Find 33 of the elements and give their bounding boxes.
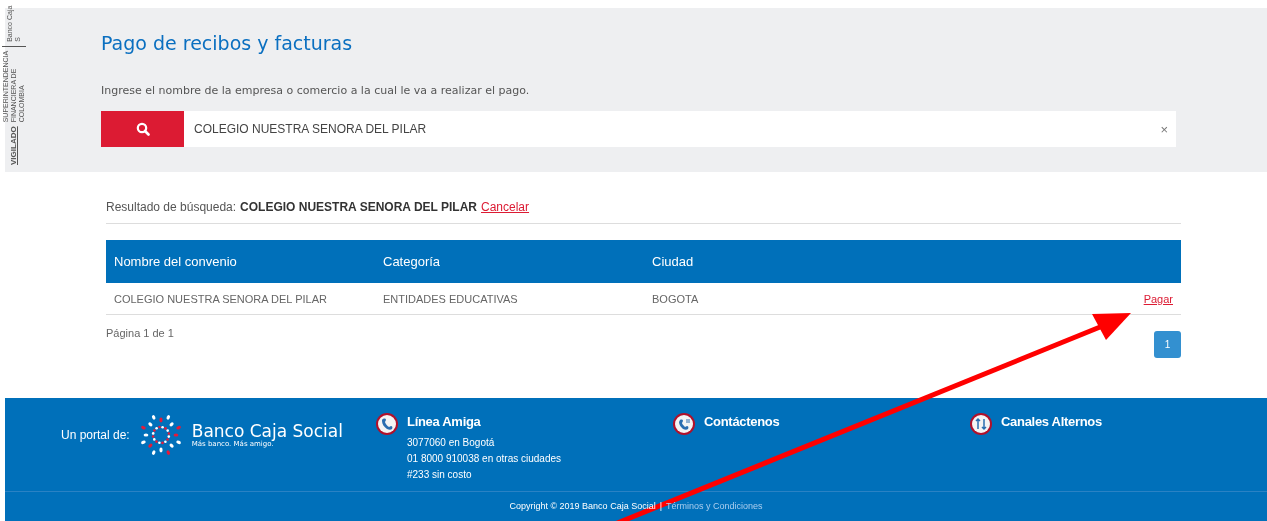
cancel-link[interactable]: Cancelar [481, 200, 530, 214]
table-cell: COLEGIO NUESTRA SENORA DEL PILAR [106, 283, 375, 315]
column-header: Nombre del convenio [106, 240, 375, 283]
clear-button[interactable]: × [1160, 121, 1168, 137]
brand-name: Banco Caja Social [191, 422, 343, 440]
terms-link[interactable]: Términos y Condiciones [666, 501, 763, 511]
phone-icon[interactable] [672, 412, 696, 436]
page-title: Pago de recibos y facturas [101, 32, 354, 54]
phone-icon[interactable] [375, 412, 399, 436]
contact-line: #233 sin costo [407, 468, 473, 482]
footer-link[interactable]: Línea Amiga [407, 414, 561, 429]
column-header: Categoría [375, 240, 644, 283]
instruction-text: Ingrese el nombre de la empresa o comercio a la cual le va a realizar el pago. [101, 84, 531, 97]
search-field[interactable]: COLEGIO NUESTRA SENORA DEL PILAR × [184, 111, 1176, 147]
copyright-text: Copyright © 2019 Banco Caja Social [509, 501, 656, 511]
table-cell: ENTIDADES EDUCATIVAS [375, 283, 644, 315]
result-label: Resultado de búsqueda: [106, 200, 237, 214]
column-header: Ciudad [644, 240, 955, 283]
page-summary: Página 1 de 1 [106, 327, 174, 341]
separator-text: | [659, 501, 662, 511]
footer-link[interactable]: Canales Alternos [1001, 414, 1102, 429]
table-cell: BOGOTA [644, 283, 955, 315]
page-button[interactable]: 1 [1154, 331, 1181, 358]
footer-link[interactable]: Contáctenos [704, 414, 780, 429]
seal-label: VIGILADO [10, 126, 18, 165]
pay-link[interactable]: Pagar [1143, 292, 1173, 305]
arrows-icon[interactable] [969, 412, 993, 436]
contact-line: 3077060 en Bogotá [407, 436, 496, 450]
search-icon [135, 122, 150, 136]
search-button[interactable] [101, 111, 184, 147]
result-query: COLEGIO NUESTRA SENORA DEL PILAR [240, 200, 477, 214]
contact-line: 01 8000 910038 en otras ciudades [407, 452, 561, 466]
portal-label: Un portal de: [61, 428, 130, 442]
